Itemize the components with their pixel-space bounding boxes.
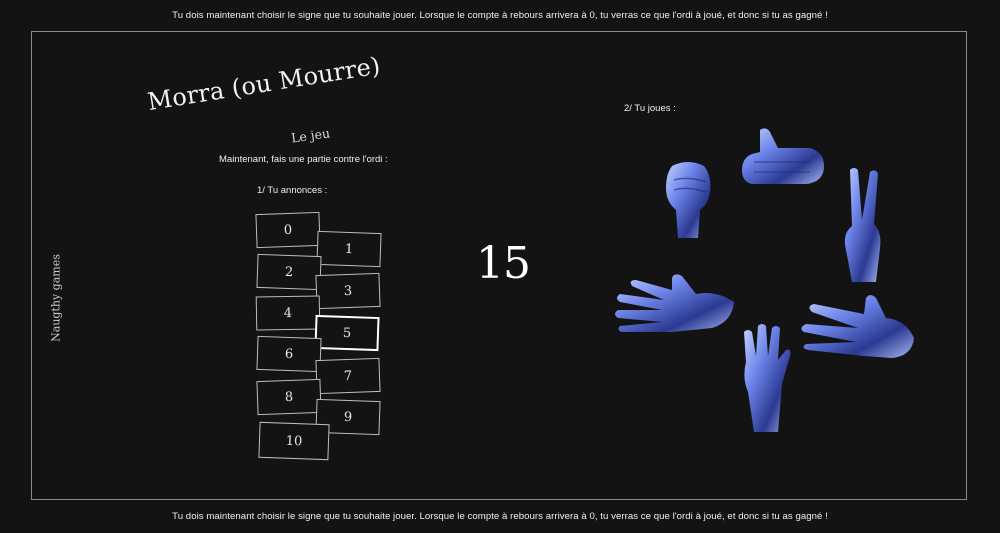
number-card-8[interactable]: 8 <box>256 378 322 416</box>
card-label: 0 <box>283 222 293 238</box>
instructions-banner-bottom: Tu dois maintenant choisir le signe que … <box>172 511 828 522</box>
number-card-3[interactable]: 3 <box>315 272 381 310</box>
card-label: 5 <box>342 325 352 341</box>
card-label: 4 <box>283 305 293 321</box>
number-card-2[interactable]: 2 <box>256 253 322 291</box>
number-card-1[interactable]: 1 <box>316 230 382 268</box>
instructions-banner-top: Tu dois maintenant choisir le signe que … <box>172 10 828 21</box>
announce-label: 1/ Tu annonces : <box>257 185 328 196</box>
fist-icon <box>666 162 711 238</box>
countdown-timer: 15 <box>476 238 531 289</box>
hand-three-fingers-option[interactable] <box>794 290 918 362</box>
hand-raised-option[interactable] <box>738 322 794 436</box>
hand-peace-option[interactable] <box>838 166 886 284</box>
number-card-0[interactable]: 0 <box>255 211 321 249</box>
hand-thumb-option[interactable] <box>740 126 830 188</box>
number-card-4[interactable]: 4 <box>255 295 321 331</box>
card-label: 1 <box>344 241 354 257</box>
open-palm-icon <box>615 274 734 332</box>
peace-icon <box>844 168 881 282</box>
card-label: 3 <box>343 283 353 299</box>
card-label: 6 <box>284 346 294 362</box>
number-card-10[interactable]: 10 <box>258 421 330 461</box>
hand-fist-option[interactable] <box>660 158 716 242</box>
card-label: 8 <box>284 389 294 405</box>
number-card-5[interactable]: 5 <box>314 314 380 352</box>
play-label: 2/ Tu joues : <box>624 103 676 114</box>
card-label: 9 <box>343 409 353 425</box>
three-fingers-icon <box>801 295 914 358</box>
raised-hand-icon <box>744 324 791 432</box>
card-label: 7 <box>343 368 353 384</box>
number-card-6[interactable]: 6 <box>256 335 322 373</box>
hand-open-palm-option[interactable] <box>612 272 736 342</box>
thumb-icon <box>742 128 824 184</box>
card-label: 10 <box>285 433 303 449</box>
number-card-7[interactable]: 7 <box>315 357 381 395</box>
brand-label-left: Naugthy games <box>49 254 63 342</box>
card-label: 2 <box>284 264 294 280</box>
intro-text: Maintenant, fais une partie contre l'ord… <box>219 154 388 165</box>
